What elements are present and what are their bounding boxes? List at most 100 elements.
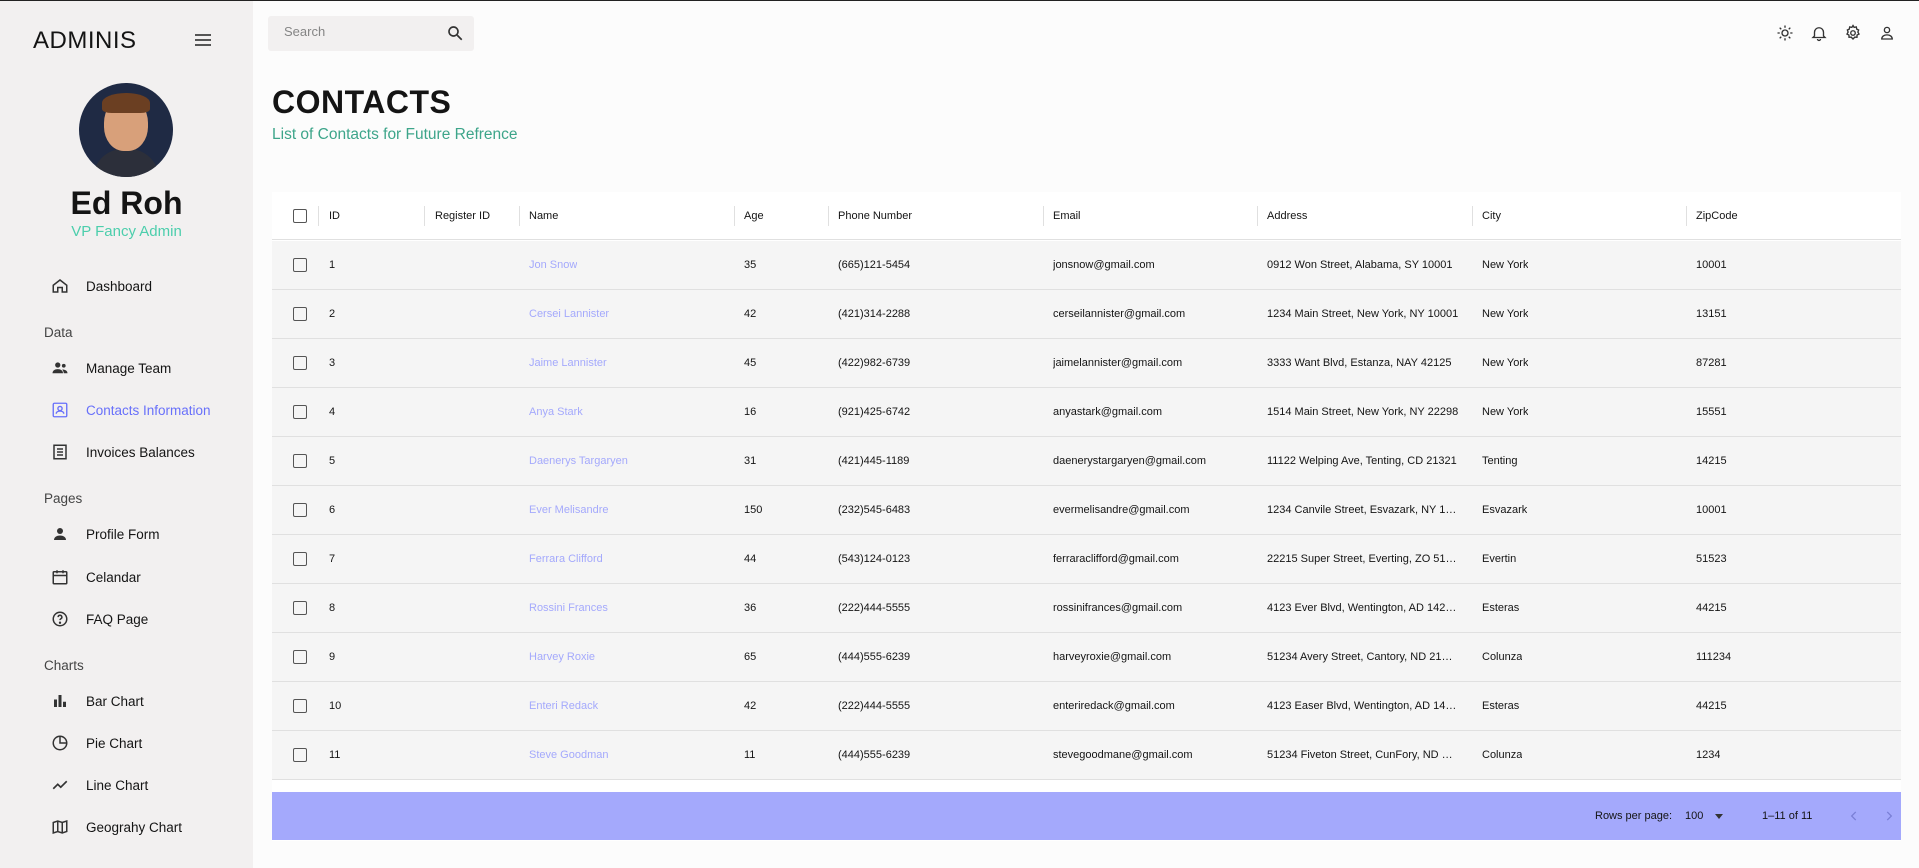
menu-icon[interactable] bbox=[195, 34, 211, 48]
sidebar-item-label: Pie Chart bbox=[86, 735, 143, 751]
row-checkbox[interactable] bbox=[293, 552, 307, 566]
cell-name[interactable]: Anya Stark bbox=[529, 388, 583, 436]
cell-name[interactable]: Rossini Frances bbox=[529, 584, 608, 632]
column-header-id[interactable]: ID bbox=[329, 192, 340, 239]
receipt-icon bbox=[50, 442, 70, 462]
table-row[interactable]: 10 Enteri Redack 42 (222)444-5555 enteri… bbox=[272, 682, 1901, 731]
cell-zipcode: 87281 bbox=[1696, 357, 1727, 369]
table-row[interactable]: 6 Ever Melisandre 150 (232)545-6483 ever… bbox=[272, 486, 1901, 535]
table-row[interactable]: 4 Anya Stark 16 (921)425-6742 anyastark@… bbox=[272, 388, 1901, 437]
cell-city: New York bbox=[1482, 406, 1529, 418]
sidebar-item-line-chart[interactable]: Line Chart bbox=[50, 773, 148, 797]
cell-phone: (222)444-5555 bbox=[838, 700, 911, 712]
sidebar-item-manage-team[interactable]: Manage Team bbox=[50, 356, 171, 380]
section-title-data: Data bbox=[44, 325, 73, 340]
table-row[interactable]: 1 Jon Snow 35 (665)121-5454 jonsnow@gmai… bbox=[272, 241, 1901, 290]
sidebar-item-invoices[interactable]: Invoices Balances bbox=[50, 440, 195, 464]
row-checkbox[interactable] bbox=[293, 307, 307, 321]
column-header-register-id[interactable]: Register ID bbox=[435, 192, 490, 239]
cell-zipcode: 51523 bbox=[1696, 553, 1727, 565]
column-header-address[interactable]: Address bbox=[1267, 192, 1307, 239]
sidebar-item-label: Profile Form bbox=[86, 526, 160, 542]
table-row[interactable]: 2 Cersei Lannister 42 (421)314-2288 cers… bbox=[272, 290, 1901, 339]
cell-age: 150 bbox=[744, 504, 763, 516]
cell-age: 31 bbox=[744, 455, 757, 467]
cell-city: Esteras bbox=[1482, 602, 1520, 614]
sidebar-item-geography-chart[interactable]: Geograhy Chart bbox=[50, 815, 182, 839]
cell-age: 42 bbox=[744, 700, 757, 712]
row-checkbox[interactable] bbox=[293, 748, 307, 762]
rows-per-page-label: Rows per page: bbox=[1595, 810, 1673, 822]
sidebar-item-faq[interactable]: FAQ Page bbox=[50, 607, 148, 631]
cell-id: 5 bbox=[329, 455, 336, 467]
notifications-icon[interactable] bbox=[1808, 22, 1830, 44]
cell-address: 51234 Fiveton Street, CunFory, ND … bbox=[1267, 749, 1453, 761]
table-row[interactable]: 8 Rossini Frances 36 (222)444-5555 rossi… bbox=[272, 584, 1901, 633]
cell-phone: (421)445-1189 bbox=[838, 455, 910, 467]
person-icon[interactable] bbox=[1876, 22, 1898, 44]
row-checkbox[interactable] bbox=[293, 258, 307, 272]
sidebar-item-label: Bar Chart bbox=[86, 693, 144, 709]
cell-age: 11 bbox=[744, 749, 756, 761]
search-icon[interactable] bbox=[446, 24, 464, 42]
user-name: Ed Roh bbox=[70, 185, 183, 221]
select-all-checkbox[interactable] bbox=[293, 208, 307, 223]
table-row[interactable]: 7 Ferrara Clifford 44 (543)124-0123 ferr… bbox=[272, 535, 1901, 584]
cell-name[interactable]: Harvey Roxie bbox=[529, 633, 595, 681]
previous-page-button[interactable] bbox=[1842, 804, 1866, 828]
sidebar-item-pie-chart[interactable]: Pie Chart bbox=[50, 731, 142, 755]
column-header-zipcode[interactable]: ZipCode bbox=[1696, 192, 1738, 239]
row-checkbox[interactable] bbox=[293, 650, 307, 664]
row-select-cell bbox=[288, 633, 312, 681]
row-checkbox[interactable] bbox=[293, 454, 307, 468]
sidebar-item-dashboard[interactable]: Dashboard bbox=[50, 274, 152, 298]
row-checkbox[interactable] bbox=[293, 356, 307, 370]
sidebar-item-bar-chart[interactable]: Bar Chart bbox=[50, 689, 144, 713]
page-title: CONTACTS bbox=[272, 84, 452, 120]
light-mode-icon[interactable] bbox=[1774, 22, 1796, 44]
column-header-city[interactable]: City bbox=[1482, 192, 1501, 239]
table-row[interactable]: 11 Steve Goodman 11 (444)555-6239 steveg… bbox=[272, 731, 1901, 780]
cell-name[interactable]: Jaime Lannister bbox=[529, 339, 607, 387]
table-row[interactable]: 5 Daenerys Targaryen 31 (421)445-1189 da… bbox=[272, 437, 1901, 486]
cell-address: 51234 Avery Street, Cantory, ND 21… bbox=[1267, 651, 1453, 663]
cell-name[interactable]: Ever Melisandre bbox=[529, 486, 608, 534]
row-checkbox[interactable] bbox=[293, 405, 307, 419]
cell-id: 4 bbox=[329, 406, 336, 418]
rows-per-page-select[interactable]: 100 bbox=[1685, 804, 1724, 828]
next-page-button[interactable] bbox=[1877, 804, 1901, 828]
cell-zipcode: 14215 bbox=[1696, 455, 1727, 467]
cell-name[interactable]: Ferrara Clifford bbox=[529, 535, 603, 583]
chevron-down-icon bbox=[1715, 813, 1724, 819]
row-checkbox[interactable] bbox=[293, 503, 307, 517]
column-header-age[interactable]: Age bbox=[744, 192, 764, 239]
row-checkbox[interactable] bbox=[293, 699, 307, 713]
row-checkbox[interactable] bbox=[293, 601, 307, 615]
cell-zipcode: 10001 bbox=[1696, 259, 1727, 271]
cell-id: 1 bbox=[329, 259, 336, 271]
cell-name[interactable]: Jon Snow bbox=[529, 241, 577, 289]
column-header-email[interactable]: Email bbox=[1053, 192, 1081, 239]
sidebar-item-profile-form[interactable]: Profile Form bbox=[50, 522, 160, 546]
sidebar-item-calendar[interactable]: Celandar bbox=[50, 565, 141, 589]
cell-name[interactable]: Cersei Lannister bbox=[529, 290, 609, 338]
cell-city: Tenting bbox=[1482, 455, 1518, 467]
cell-address: 4123 Ever Blvd, Wentington, AD 142… bbox=[1267, 602, 1457, 614]
sidebar-item-label: Contacts Information bbox=[86, 402, 211, 418]
search-input[interactable] bbox=[284, 24, 434, 39]
column-header-phone[interactable]: Phone Number bbox=[838, 192, 912, 239]
cell-id: 8 bbox=[329, 602, 336, 614]
cell-name[interactable]: Steve Goodman bbox=[529, 731, 609, 779]
cell-name[interactable]: Daenerys Targaryen bbox=[529, 437, 628, 485]
sidebar-item-contacts[interactable]: Contacts Information bbox=[50, 398, 211, 422]
column-header-name[interactable]: Name bbox=[529, 192, 558, 239]
table-row[interactable]: 3 Jaime Lannister 45 (422)982-6739 jaime… bbox=[272, 339, 1901, 388]
cell-id: 9 bbox=[329, 651, 336, 663]
cell-name[interactable]: Enteri Redack bbox=[529, 682, 598, 730]
settings-icon[interactable] bbox=[1842, 22, 1864, 44]
row-select-cell bbox=[288, 731, 312, 779]
table-row[interactable]: 9 Harvey Roxie 65 (444)555-6239 harveyro… bbox=[272, 633, 1901, 682]
cell-zipcode: 1234 bbox=[1696, 749, 1721, 761]
cell-email: anyastark@gmail.com bbox=[1053, 406, 1162, 418]
cell-phone: (222)444-5555 bbox=[838, 602, 911, 614]
